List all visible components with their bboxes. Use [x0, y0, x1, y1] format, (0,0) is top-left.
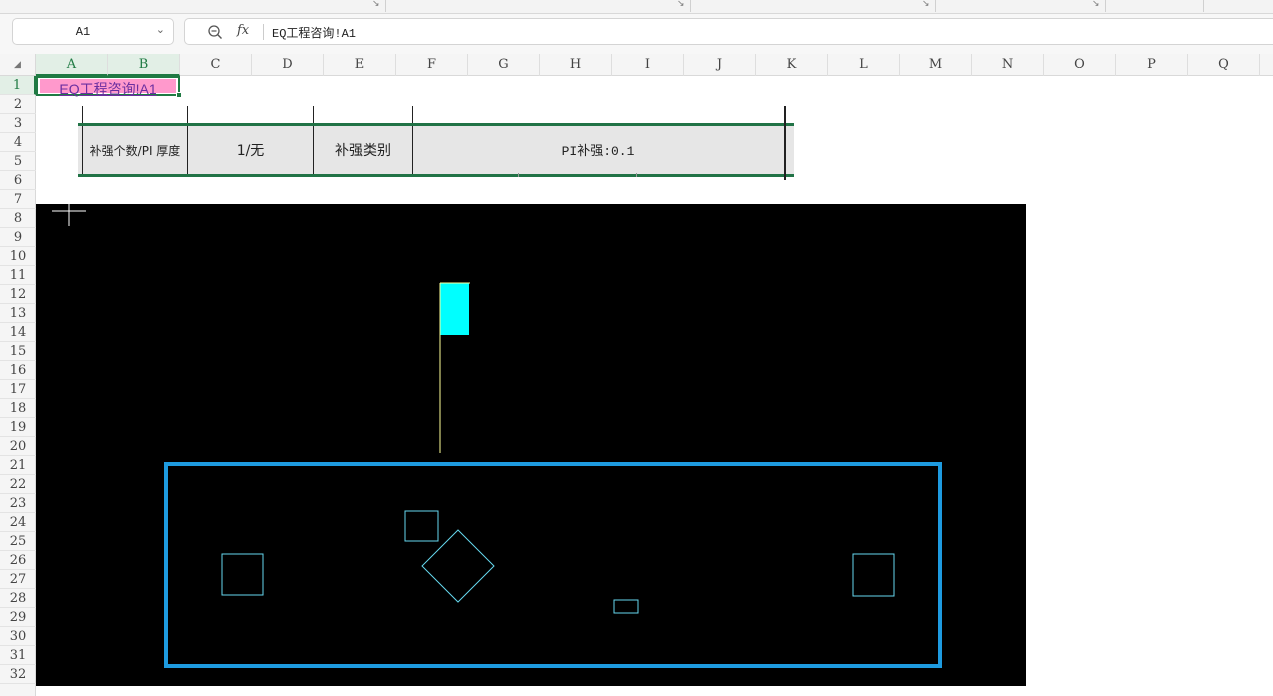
- hole-square-left: [221, 553, 264, 596]
- zoom-icon[interactable]: [207, 24, 223, 40]
- cad-drawing: [52, 204, 942, 668]
- row-header[interactable]: 3: [0, 114, 36, 133]
- column-header-g[interactable]: G: [468, 54, 540, 76]
- row-header[interactable]: 32: [0, 665, 36, 684]
- table-tick: [636, 173, 637, 177]
- table-border: [187, 106, 188, 123]
- row-header[interactable]: 10: [0, 247, 36, 266]
- row-header[interactable]: 31: [0, 646, 36, 665]
- row-header[interactable]: 2: [0, 95, 36, 114]
- column-header-bar: ◢ A B C D E F G H I J K L M N O P Q: [0, 54, 1273, 76]
- column-header-k[interactable]: K: [756, 54, 828, 76]
- column-header-f[interactable]: F: [396, 54, 468, 76]
- row-header[interactable]: 21: [0, 456, 36, 475]
- formula-bar: A1 ⌄ fx EQ工程咨询!A1: [0, 14, 1273, 54]
- outline-frame: [164, 462, 942, 668]
- ribbon-group: [936, 0, 1106, 12]
- row-header[interactable]: 23: [0, 494, 36, 513]
- row-header[interactable]: 11: [0, 266, 36, 285]
- row-header[interactable]: 29: [0, 608, 36, 627]
- dialog-launcher-icon[interactable]: ↘: [922, 0, 930, 9]
- row-header[interactable]: 20: [0, 437, 36, 456]
- row-header[interactable]: 17: [0, 380, 36, 399]
- column-header-j[interactable]: J: [684, 54, 756, 76]
- column-header-o[interactable]: O: [1044, 54, 1116, 76]
- row-header[interactable]: 26: [0, 551, 36, 570]
- table-tick: [518, 173, 519, 177]
- column-header-b[interactable]: B: [108, 54, 180, 76]
- row-header-bar: 1 2 3 4 5 6 7 8 9 10 11 12 13 14 15 16 1…: [0, 76, 36, 696]
- row-header[interactable]: 7: [0, 190, 36, 209]
- spec-cell-type-label[interactable]: 补强类别: [314, 140, 412, 160]
- row-header[interactable]: 30: [0, 627, 36, 646]
- column-header-p[interactable]: P: [1116, 54, 1188, 76]
- dialog-launcher-icon[interactable]: ↘: [372, 0, 380, 9]
- ribbon-group: [1106, 0, 1204, 12]
- row-header[interactable]: 19: [0, 418, 36, 437]
- table-border: [313, 106, 314, 123]
- row-header[interactable]: 8: [0, 209, 36, 228]
- row-header[interactable]: 12: [0, 285, 36, 304]
- cell-a1-text[interactable]: EQ工程咨询!A1: [38, 79, 178, 99]
- dialog-launcher-icon[interactable]: ↘: [677, 0, 685, 9]
- column-header-m[interactable]: M: [900, 54, 972, 76]
- row-header[interactable]: 15: [0, 342, 36, 361]
- cell-a1-selected[interactable]: EQ工程咨询!A1: [36, 76, 182, 99]
- hole-rect-small: [613, 599, 639, 614]
- column-header-q[interactable]: Q: [1188, 54, 1260, 76]
- column-header-e[interactable]: E: [324, 54, 396, 76]
- formula-content[interactable]: EQ工程咨询!A1: [272, 24, 356, 41]
- function-icon[interactable]: fx: [237, 23, 249, 38]
- row-header[interactable]: 22: [0, 475, 36, 494]
- row-header[interactable]: 25: [0, 532, 36, 551]
- row-header[interactable]: 28: [0, 589, 36, 608]
- table-border: [412, 106, 413, 123]
- name-box[interactable]: A1 ⌄: [12, 18, 174, 45]
- row-header[interactable]: 27: [0, 570, 36, 589]
- ribbon-group: [386, 0, 691, 12]
- dialog-launcher-icon[interactable]: ↘: [1092, 0, 1100, 9]
- column-header-n[interactable]: N: [972, 54, 1044, 76]
- row-header[interactable]: 14: [0, 323, 36, 342]
- cutout-holes: [221, 510, 895, 614]
- name-box-value: A1: [75, 25, 91, 39]
- row-header[interactable]: 13: [0, 304, 36, 323]
- column-header-l[interactable]: L: [828, 54, 900, 76]
- hole-square-small: [404, 510, 439, 542]
- spec-table: 补强个数/PI 厚度 1/无 补强类别 PI补强:0.1: [78, 106, 794, 180]
- column-header-h[interactable]: H: [540, 54, 612, 76]
- column-header-d[interactable]: D: [252, 54, 324, 76]
- fill-handle[interactable]: [176, 92, 182, 98]
- select-all-corner[interactable]: ◢: [0, 54, 36, 76]
- row-header[interactable]: 4: [0, 133, 36, 152]
- ribbon-group: [691, 0, 936, 12]
- column-header-i[interactable]: I: [612, 54, 684, 76]
- row-header[interactable]: 16: [0, 361, 36, 380]
- column-header-a[interactable]: A: [36, 54, 108, 76]
- spec-cell-type-value[interactable]: PI补强:0.1: [413, 140, 783, 159]
- row-header[interactable]: 1: [0, 76, 36, 95]
- spec-cell-count-thickness[interactable]: 补强个数/PI 厚度: [82, 142, 188, 159]
- cad-drawing-image[interactable]: [36, 204, 1026, 686]
- ribbon-group: [0, 0, 386, 12]
- row-header[interactable]: 6: [0, 171, 36, 190]
- row-header[interactable]: 9: [0, 228, 36, 247]
- column-header-c[interactable]: C: [180, 54, 252, 76]
- divider: [263, 24, 264, 40]
- table-border: [784, 106, 786, 180]
- chevron-down-icon[interactable]: ⌄: [156, 23, 165, 36]
- select-all-icon: ◢: [14, 60, 21, 70]
- ribbon-bottom-edge: ↘ ↘ ↘ ↘: [0, 0, 1273, 14]
- row-header[interactable]: 24: [0, 513, 36, 532]
- spec-cell-count-value[interactable]: 1/无: [188, 140, 313, 160]
- formula-input[interactable]: fx EQ工程咨询!A1: [184, 18, 1273, 45]
- hole-square-right: [852, 553, 895, 597]
- table-border: [82, 106, 83, 123]
- row-header[interactable]: 5: [0, 152, 36, 171]
- cyan-pad: [440, 283, 469, 335]
- crosshair-cursor-icon: [52, 204, 86, 226]
- row-header[interactable]: 18: [0, 399, 36, 418]
